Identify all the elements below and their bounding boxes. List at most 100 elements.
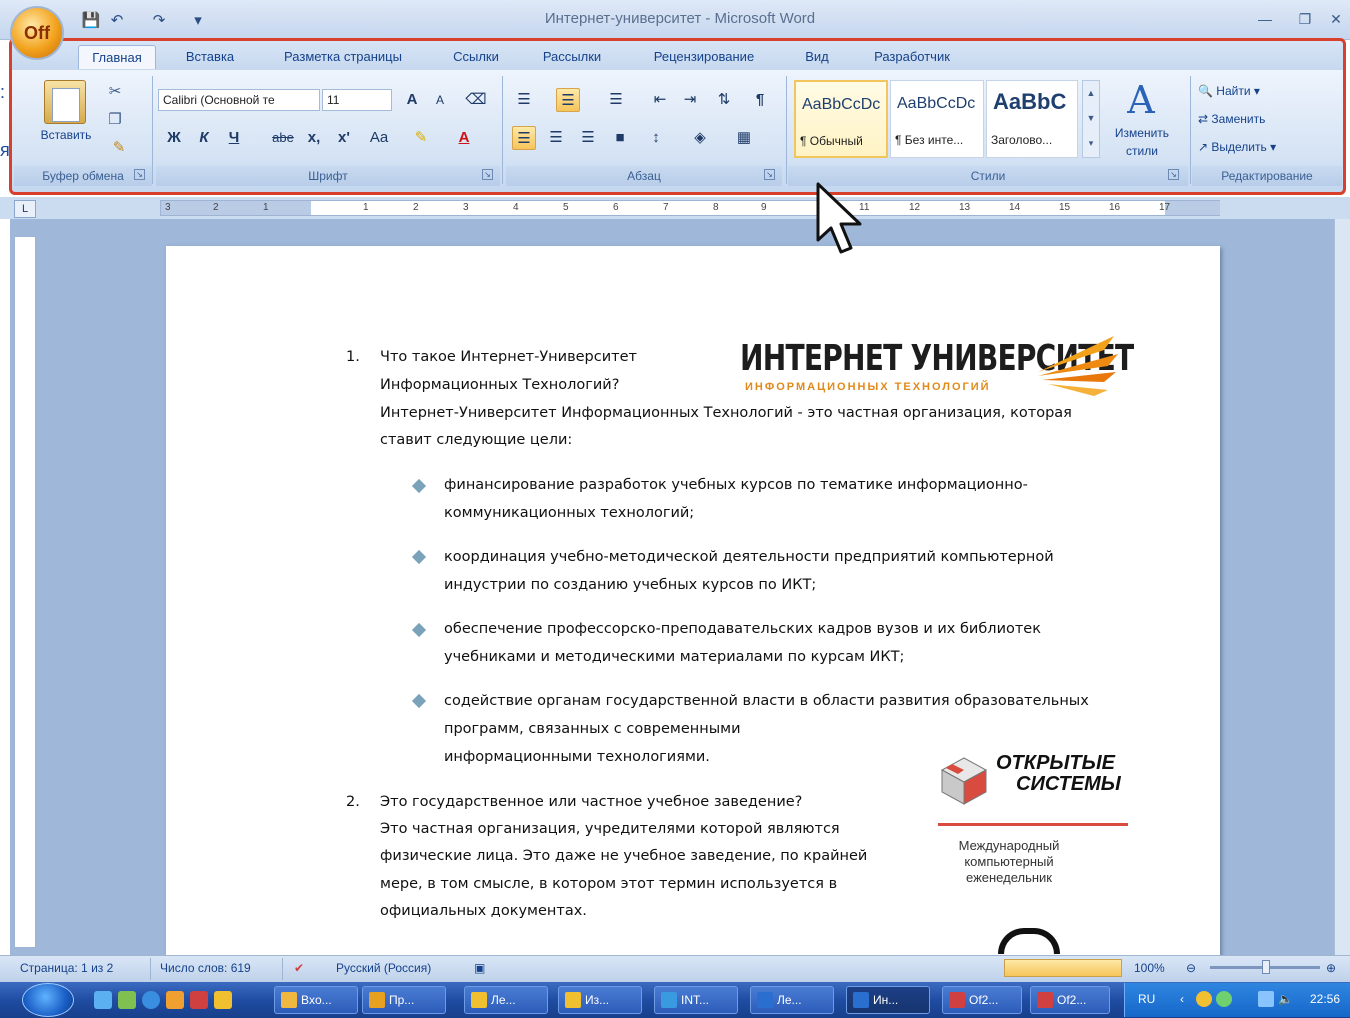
- highlight-icon[interactable]: ✎: [406, 126, 436, 150]
- style-heading[interactable]: AaBbC Заголово...: [986, 80, 1078, 158]
- zoom-in-icon[interactable]: ⊕: [1326, 961, 1336, 975]
- grow-font-button[interactable]: A: [400, 88, 424, 112]
- restore-icon[interactable]: ❐: [1288, 8, 1322, 30]
- multilevel-list-icon[interactable]: ☰: [604, 88, 628, 112]
- status-page[interactable]: Страница: 1 из 2: [20, 961, 113, 975]
- select-button[interactable]: ↗ Выделить ▾: [1198, 136, 1328, 158]
- horizontal-ruler[interactable]: 3 2 1 1 2 3 4 5 6 7 8 9 11 12 13 14 15 1…: [160, 200, 1220, 216]
- align-left-icon[interactable]: ☰: [512, 126, 536, 150]
- zoom-out-icon[interactable]: ⊖: [1186, 961, 1196, 975]
- copy-icon[interactable]: ❐: [104, 110, 126, 130]
- cut-icon[interactable]: ✂: [104, 82, 126, 102]
- taskbar-item[interactable]: Ле...: [750, 986, 834, 1014]
- close-icon[interactable]: ✕: [1324, 8, 1348, 30]
- shading-icon[interactable]: ◈: [688, 126, 712, 150]
- tray-app2-icon[interactable]: [1216, 991, 1232, 1007]
- justify-icon[interactable]: ■: [608, 126, 632, 150]
- clipboard-dialog-launcher[interactable]: ↘: [134, 169, 145, 180]
- tab-home[interactable]: Главная: [78, 45, 156, 69]
- clear-formatting-icon[interactable]: ⌫: [464, 88, 488, 112]
- sort-icon[interactable]: ⇅: [712, 88, 736, 112]
- taskbar-item-active[interactable]: Ин...: [846, 986, 930, 1014]
- show-marks-button[interactable]: ¶: [748, 88, 772, 112]
- tab-view[interactable]: Вид: [794, 45, 840, 69]
- undo-icon[interactable]: ↶: [106, 10, 128, 30]
- paste-button[interactable]: Вставить: [28, 128, 104, 142]
- taskbar-item[interactable]: Ле...: [464, 986, 548, 1014]
- tray-app-icon[interactable]: [1196, 991, 1212, 1007]
- clock[interactable]: 22:56: [1310, 992, 1340, 1006]
- underline-button[interactable]: Ч: [222, 126, 246, 150]
- redo-icon[interactable]: ↷: [148, 10, 170, 30]
- shrink-font-button[interactable]: A: [428, 88, 452, 112]
- tab-page-layout[interactable]: Разметка страницы: [262, 45, 424, 69]
- font-size-combo[interactable]: 11: [322, 89, 392, 111]
- task-label: Ин...: [873, 993, 899, 1007]
- tab-insert[interactable]: Вставка: [170, 45, 250, 69]
- zoom-slider-knob[interactable]: [1262, 960, 1270, 974]
- find-button[interactable]: 🔍 Найти ▾: [1198, 80, 1328, 102]
- strikethrough-button[interactable]: abe: [266, 126, 300, 150]
- vertical-ruler[interactable]: [14, 236, 36, 948]
- bold-button[interactable]: Ж: [162, 126, 186, 150]
- superscript-button[interactable]: x': [332, 126, 356, 150]
- decrease-indent-icon[interactable]: ⇤: [648, 88, 672, 112]
- macro-record-icon[interactable]: ▣: [474, 961, 485, 975]
- styles-scroll[interactable]: ▲ ▼ ▾: [1082, 80, 1100, 158]
- tab-mailings[interactable]: Рассылки: [528, 45, 616, 69]
- tray-expand-icon[interactable]: ‹: [1180, 992, 1184, 1006]
- status-word-count[interactable]: Число слов: 619: [160, 961, 251, 975]
- font-name-combo[interactable]: Calibri (Основной те: [158, 89, 320, 111]
- style-no-spacing[interactable]: AaBbCcDc ¶ Без инте...: [890, 80, 984, 158]
- status-language[interactable]: Русский (Россия): [336, 961, 431, 975]
- quicklaunch-app-icon[interactable]: [118, 991, 136, 1009]
- borders-icon[interactable]: ▦: [732, 126, 756, 150]
- save-icon[interactable]: 💾: [80, 10, 102, 30]
- office-button[interactable]: Off: [10, 6, 64, 60]
- increase-indent-icon[interactable]: ⇥: [678, 88, 702, 112]
- change-styles-icon[interactable]: A: [1118, 78, 1164, 122]
- bullets-icon[interactable]: ☰: [512, 88, 536, 112]
- volume-icon[interactable]: 🔈: [1278, 992, 1293, 1006]
- start-button[interactable]: [22, 983, 74, 1017]
- styles-dialog-launcher[interactable]: ↘: [1168, 169, 1179, 180]
- style-normal[interactable]: AaBbCcDc ¶ Обычный: [794, 80, 888, 158]
- vertical-scrollbar[interactable]: [1334, 219, 1350, 955]
- quicklaunch-desktop-icon[interactable]: [94, 991, 112, 1009]
- view-buttons[interactable]: [1004, 959, 1122, 977]
- tab-references[interactable]: Ссылки: [440, 45, 512, 69]
- quicklaunch-ie-icon[interactable]: [142, 991, 160, 1009]
- taskbar-item[interactable]: Bxo...: [274, 986, 358, 1014]
- tab-selector-icon[interactable]: L: [14, 200, 36, 218]
- replace-button[interactable]: ⇄ Заменить: [1198, 108, 1328, 130]
- change-case-button[interactable]: Aa: [362, 126, 396, 150]
- change-styles-label2[interactable]: стили: [1100, 144, 1184, 158]
- tab-review[interactable]: Рецензирование: [632, 45, 776, 69]
- font-dialog-launcher[interactable]: ↘: [482, 169, 493, 180]
- line-spacing-icon[interactable]: ↕: [644, 126, 668, 150]
- align-center-icon[interactable]: ☰: [544, 126, 568, 150]
- customize-icon[interactable]: ▾: [190, 10, 206, 30]
- align-right-icon[interactable]: ☰: [576, 126, 600, 150]
- language-indicator[interactable]: RU: [1138, 992, 1155, 1006]
- subscript-button[interactable]: x,: [302, 126, 326, 150]
- quicklaunch-media-icon[interactable]: [166, 991, 184, 1009]
- paragraph-dialog-launcher[interactable]: ↘: [764, 169, 775, 180]
- taskbar-item[interactable]: INT...: [654, 986, 738, 1014]
- taskbar-item[interactable]: Из...: [558, 986, 642, 1014]
- change-styles-label1[interactable]: Изменить: [1100, 126, 1184, 140]
- italic-button[interactable]: К: [192, 126, 216, 150]
- taskbar-item[interactable]: Of2...: [942, 986, 1022, 1014]
- network-icon[interactable]: [1258, 991, 1274, 1007]
- font-color-button[interactable]: A: [452, 126, 476, 150]
- quicklaunch-app2-icon[interactable]: [190, 991, 208, 1009]
- quicklaunch-folder-icon[interactable]: [214, 991, 232, 1009]
- format-painter-icon[interactable]: ✎: [108, 138, 130, 158]
- taskbar-item[interactable]: Of2...: [1030, 986, 1110, 1014]
- tab-developer[interactable]: Разработчик: [856, 45, 968, 69]
- zoom-level[interactable]: 100%: [1134, 961, 1165, 975]
- spelling-icon[interactable]: ✔: [294, 961, 304, 975]
- minimize-icon[interactable]: —: [1248, 8, 1282, 30]
- taskbar-item[interactable]: Пр...: [362, 986, 446, 1014]
- numbering-icon[interactable]: ☰: [556, 88, 580, 112]
